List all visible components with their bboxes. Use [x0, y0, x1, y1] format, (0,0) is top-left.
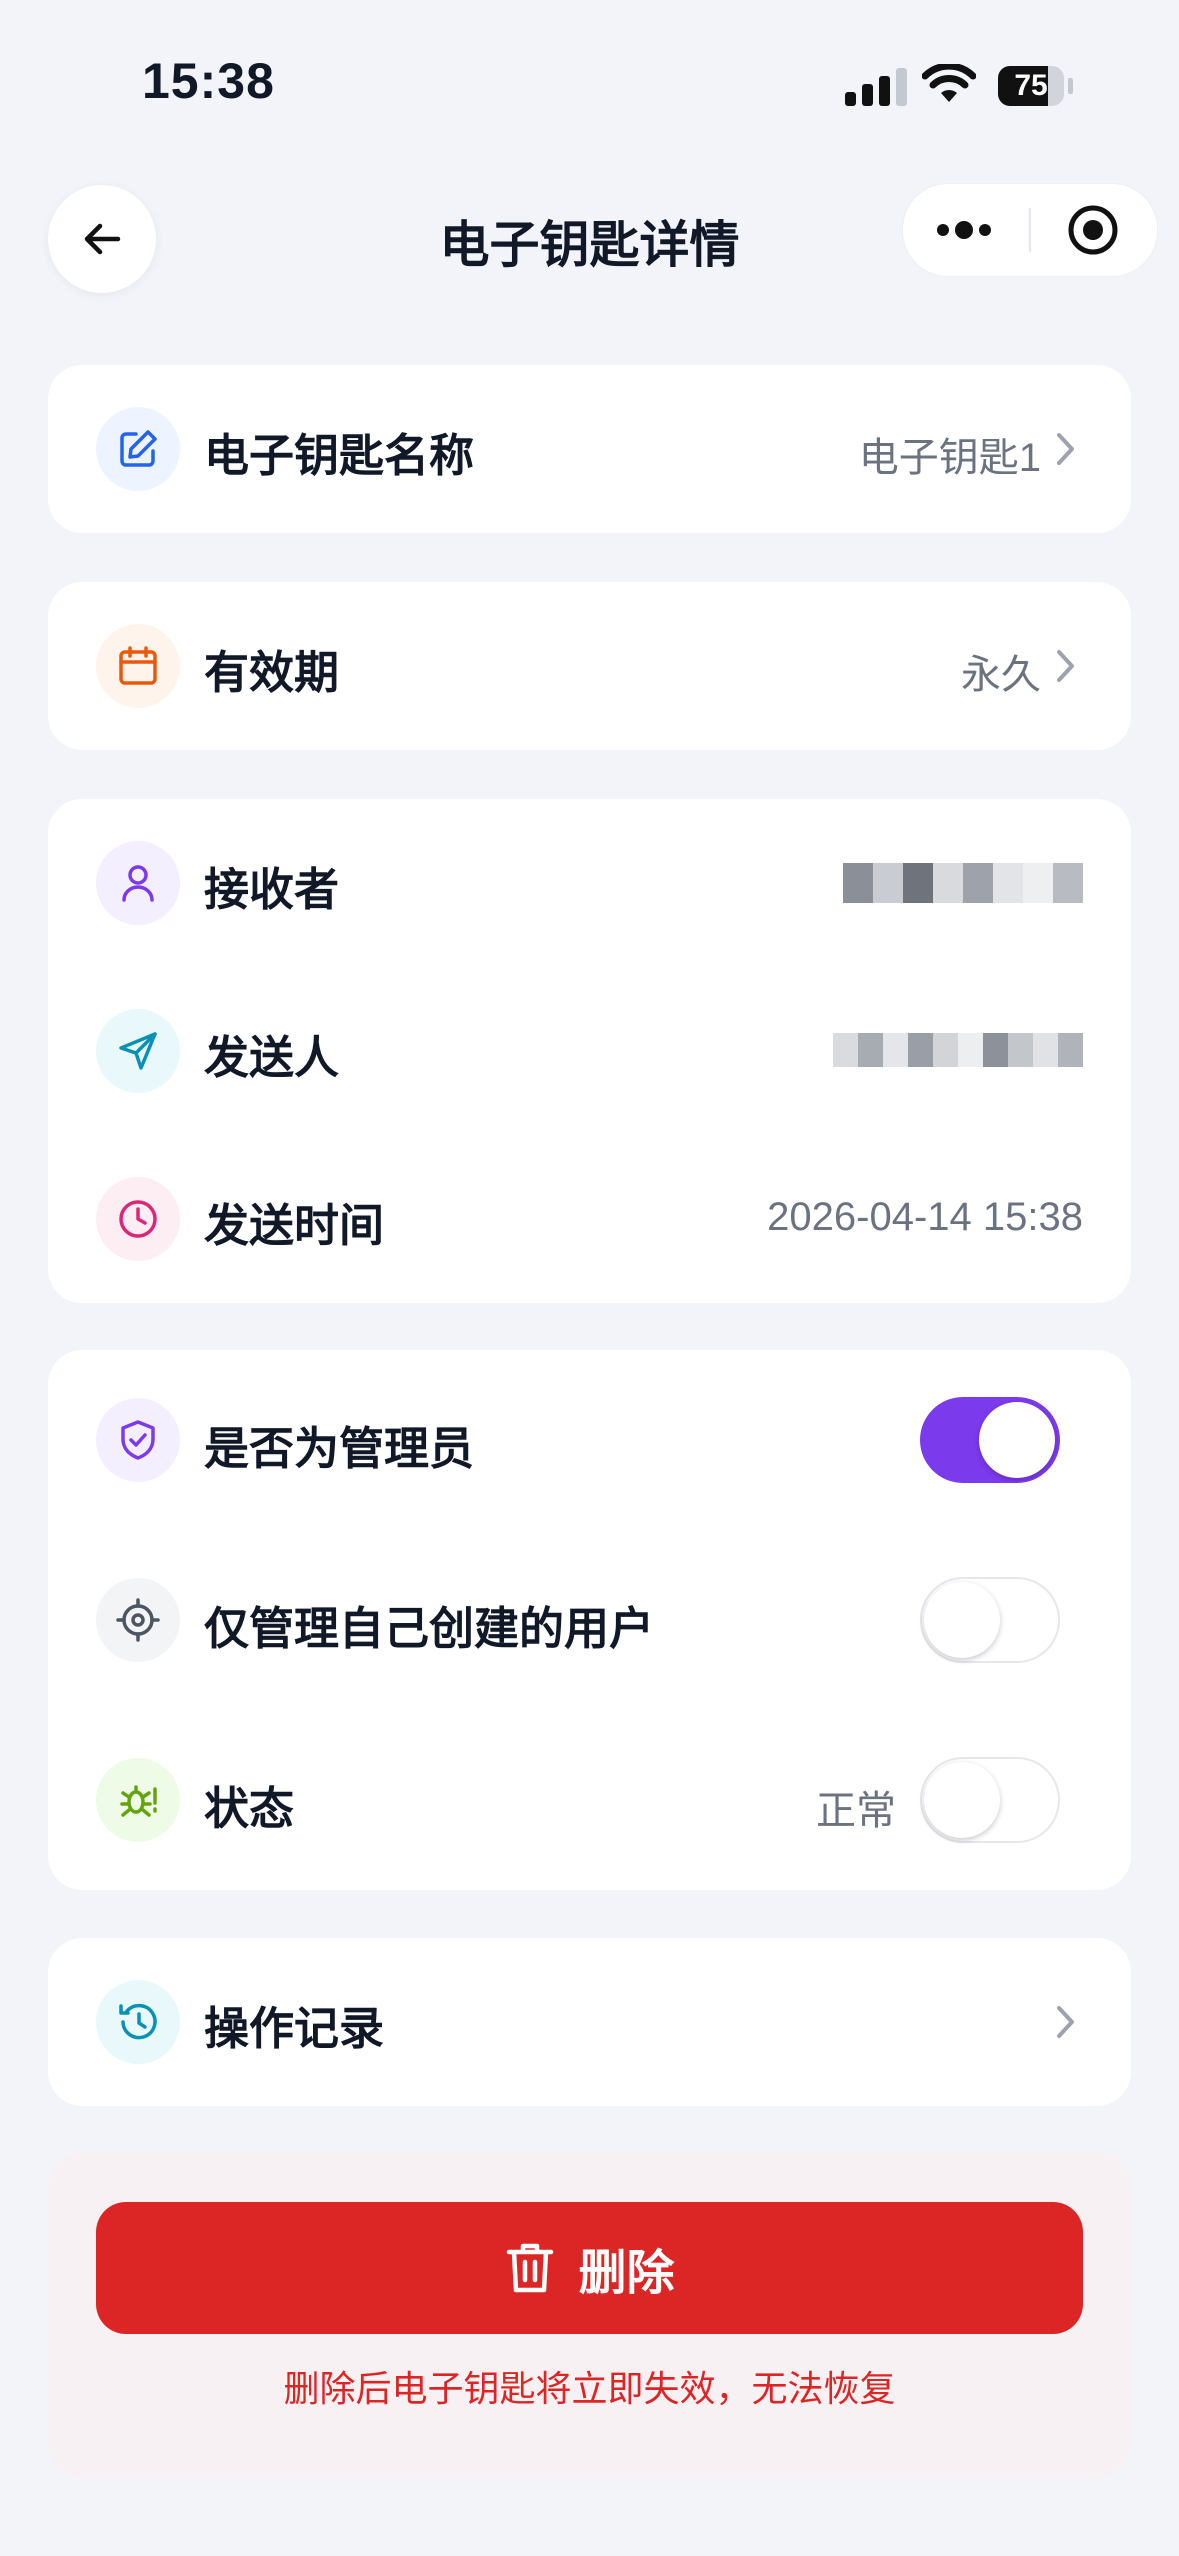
key-name-row[interactable]: 电子钥匙名称 电子钥匙1: [48, 365, 1131, 533]
receiver-label: 接收者: [204, 864, 340, 915]
status-row: 状态 正常: [48, 1710, 1131, 1890]
delete-warning: 删除后电子钥匙将立即失效，无法恢复: [283, 2368, 896, 2409]
clock-icon: [96, 1177, 180, 1261]
delete-button-label: 删除: [578, 2247, 675, 2300]
permissions-card: 是否为管理员 仅管理自己创建的用户 状态 正常: [48, 1350, 1131, 1890]
transfer-info-card: 接收者 发送人 发送时间 2026-04-14 15:38: [48, 799, 1131, 1303]
trash-icon: [507, 2243, 554, 2293]
bug-icon: [96, 1758, 180, 1842]
own-users-row: 仅管理自己创建的用户: [48, 1530, 1131, 1710]
sender-label: 发送人: [204, 1032, 340, 1083]
battery-icon: 75: [998, 66, 1064, 106]
receiver-value-redacted: [843, 863, 1083, 903]
more-icon[interactable]: [937, 184, 991, 276]
send-time-row: 发送时间 2026-04-14 15:38: [48, 1135, 1131, 1303]
is-admin-toggle[interactable]: [920, 1397, 1060, 1483]
capsule-divider: [1029, 208, 1031, 252]
validity-row[interactable]: 有效期 永久: [48, 582, 1131, 750]
danger-zone: 删除 删除后电子钥匙将立即失效，无法恢复: [48, 2152, 1131, 2478]
status-time: 15:38: [142, 53, 275, 109]
edit-icon: [96, 407, 180, 491]
status-toggle[interactable]: [920, 1757, 1060, 1843]
validity-card: 有效期 永久: [48, 582, 1131, 750]
key-name-card: 电子钥匙名称 电子钥匙1: [48, 365, 1131, 533]
own-users-label: 仅管理自己创建的用户: [204, 1603, 655, 1654]
user-icon: [96, 841, 180, 925]
status-label: 状态: [204, 1783, 295, 1834]
crosshair-icon: [96, 1578, 180, 1662]
records-card: 操作记录: [48, 1938, 1131, 2106]
target-icon[interactable]: [1067, 204, 1119, 256]
is-admin-row: 是否为管理员: [48, 1350, 1131, 1530]
battery-level: 75: [1014, 69, 1048, 102]
validity-label: 有效期: [204, 647, 340, 698]
battery-cap: [1068, 78, 1073, 94]
history-icon: [96, 1980, 180, 2064]
send-time-label: 发送时间: [204, 1200, 385, 1251]
own-users-toggle[interactable]: [920, 1577, 1060, 1663]
sender-value-redacted: [833, 1033, 1083, 1067]
send-time-value: 2026-04-14 15:38: [767, 1195, 1083, 1239]
sender-row: 发送人: [48, 967, 1131, 1135]
key-name-value: 电子钥匙1: [858, 436, 1041, 480]
key-name-label: 电子钥匙名称: [204, 430, 475, 481]
validity-value: 永久: [961, 653, 1041, 697]
status-bar: 15:38 75: [0, 0, 1179, 150]
records-label: 操作记录: [204, 2003, 385, 2054]
is-admin-label: 是否为管理员: [204, 1423, 475, 1474]
chevron-right-icon: [1057, 2006, 1074, 2038]
chevron-right-icon: [1057, 650, 1074, 682]
calendar-icon: [96, 624, 180, 708]
status-value: 正常: [816, 1789, 896, 1833]
records-row[interactable]: 操作记录: [48, 1938, 1131, 2106]
mini-program-capsule: [902, 183, 1158, 277]
wifi-icon: [922, 64, 976, 102]
chevron-right-icon: [1057, 433, 1074, 465]
receiver-row: 接收者: [48, 799, 1131, 967]
send-icon: [96, 1009, 180, 1093]
delete-button[interactable]: 删除: [96, 2202, 1083, 2334]
cellular-signal-icon: [845, 68, 907, 106]
shield-icon: [96, 1398, 180, 1482]
